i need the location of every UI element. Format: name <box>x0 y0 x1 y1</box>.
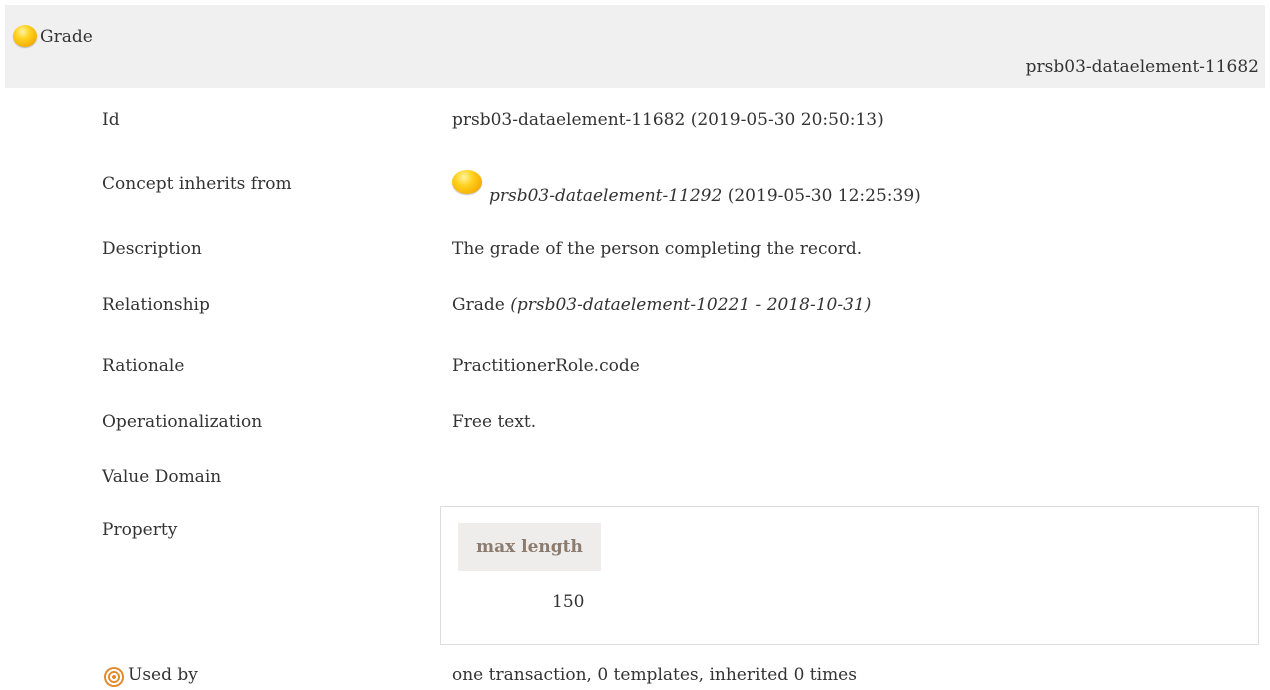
relationship-ref[interactable]: (prsb03-dataelement-10221 - 2018-10-31) <box>510 295 871 315</box>
inherits-value[interactable]: prsb03-dataelement-11292 (2019-05-30 12:… <box>489 186 921 206</box>
id-value: prsb03-dataelement-11682 (2019-05-30 20:… <box>452 110 884 130</box>
rationale-label: Rationale <box>102 356 185 376</box>
inherited-concept-orb-icon <box>452 170 482 194</box>
description-value: The grade of the person completing the r… <box>452 239 863 259</box>
inherits-date: (2019-05-30 12:25:39) <box>727 186 921 206</box>
concept-orb-icon <box>13 25 37 47</box>
used-by-label: Used by <box>128 665 198 685</box>
description-label: Description <box>102 239 202 259</box>
inherits-ref-link[interactable]: prsb03-dataelement-11292 <box>489 186 722 206</box>
value-domain-label: Value Domain <box>102 467 222 487</box>
max-length-value: 150 <box>552 592 585 612</box>
max-length-header: max length <box>458 523 601 571</box>
target-icon <box>104 667 124 687</box>
relationship-name: Grade <box>452 295 505 315</box>
inherits-label: Concept inherits from <box>102 174 292 194</box>
operationalization-value: Free text. <box>452 412 537 432</box>
id-label: Id <box>102 110 120 130</box>
concept-header: Grade prsb03-dataelement-11682 <box>5 5 1265 88</box>
relationship-label: Relationship <box>102 295 210 315</box>
rationale-value: PractitionerRole.code <box>452 356 640 376</box>
operationalization-label: Operationalization <box>102 412 263 432</box>
property-table: max length 150 <box>440 506 1259 645</box>
concept-title: Grade <box>40 27 93 47</box>
concept-id-tag: prsb03-dataelement-11682 <box>1025 57 1259 77</box>
property-label: Property <box>102 520 178 540</box>
relationship-value: Grade (prsb03-dataelement-10221 - 2018-1… <box>452 295 871 315</box>
used-by-value: one transaction, 0 templates, inherited … <box>452 665 857 685</box>
